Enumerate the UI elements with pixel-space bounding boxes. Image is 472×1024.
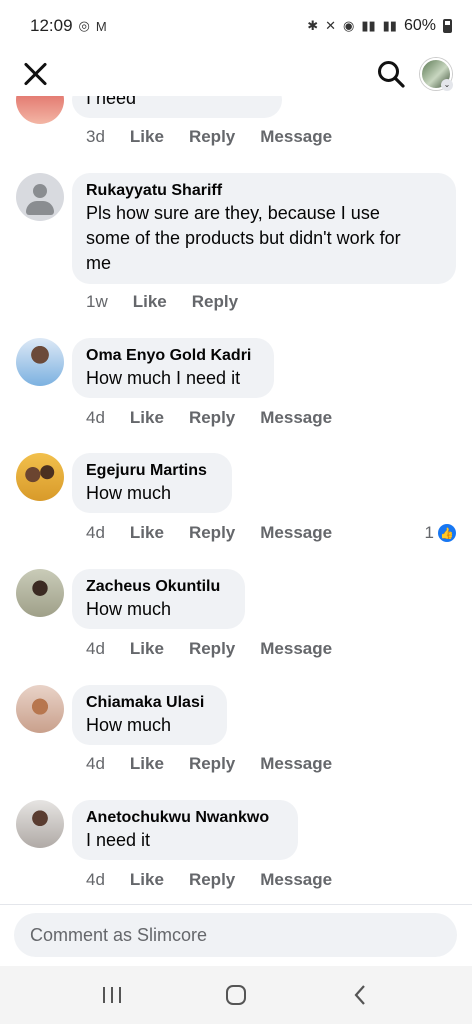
comment-input[interactable] bbox=[14, 913, 457, 957]
comment-actions: 1w Like Reply bbox=[86, 292, 263, 312]
comment-bubble: I need bbox=[72, 96, 282, 118]
like-button[interactable]: Like bbox=[130, 523, 164, 543]
comment-actions: 4d Like Reply Message bbox=[86, 639, 357, 659]
reaction-count: 1 bbox=[424, 523, 434, 542]
home-icon[interactable] bbox=[216, 975, 256, 1015]
reply-button[interactable]: Reply bbox=[189, 127, 235, 147]
message-button[interactable]: Message bbox=[260, 127, 332, 147]
mute-icon: ✕ bbox=[325, 18, 336, 33]
comment-bubble: Chiamaka Ulasi How much bbox=[72, 685, 227, 745]
recents-icon[interactable] bbox=[92, 975, 132, 1015]
status-left: 12:09 ◎ M bbox=[30, 16, 107, 36]
comment-text-line: Pls how sure are they, because I use bbox=[86, 203, 380, 223]
system-navbar bbox=[0, 966, 472, 1024]
like-button[interactable]: Like bbox=[133, 292, 167, 312]
chevron-down-icon: ⌄ bbox=[441, 79, 453, 91]
like-button[interactable]: Like bbox=[130, 754, 164, 774]
comment-bubble: Egejuru Martins How much bbox=[72, 453, 232, 513]
gmail-icon: M bbox=[95, 18, 107, 34]
status-time: 12:09 bbox=[30, 16, 73, 35]
comment-text: How much bbox=[86, 715, 172, 735]
comment-actions: 4d Like Reply Message bbox=[86, 754, 357, 774]
whatsapp-icon: ◎ bbox=[78, 18, 90, 33]
comment-composer bbox=[0, 904, 472, 966]
reply-button[interactable]: Reply bbox=[192, 292, 238, 312]
reply-button[interactable]: Reply bbox=[189, 408, 235, 428]
battery-level: 60% bbox=[403, 17, 436, 34]
comment-time: 4d bbox=[86, 870, 105, 889]
avatar[interactable] bbox=[16, 800, 64, 848]
comment-text-line: me bbox=[86, 253, 112, 273]
signal-icon: ▮▮ bbox=[361, 18, 376, 33]
comment-text: How much I need it bbox=[86, 368, 241, 388]
commenter-name[interactable]: Anetochukwu Nwankwo bbox=[86, 808, 284, 828]
reply-button[interactable]: Reply bbox=[189, 523, 235, 543]
comment-text: How much bbox=[86, 599, 172, 619]
avatar[interactable] bbox=[16, 685, 64, 733]
comment-bubble: Rukayyatu Shariff Pls how sure are they,… bbox=[72, 173, 456, 284]
reply-button[interactable]: Reply bbox=[189, 870, 235, 890]
avatar[interactable] bbox=[16, 569, 64, 617]
bluetooth-icon: ✱ bbox=[307, 18, 319, 33]
battery-icon bbox=[443, 19, 452, 33]
commenter-name[interactable]: Oma Enyo Gold Kadri bbox=[86, 346, 260, 366]
reply-button[interactable]: Reply bbox=[189, 754, 235, 774]
status-right: ✱ ✕ ◉ ▮▮ ▮▮ 60% bbox=[307, 17, 452, 35]
comment-actions: 3d Like Reply Message bbox=[86, 127, 357, 147]
close-icon[interactable] bbox=[22, 61, 48, 87]
avatar[interactable] bbox=[16, 96, 64, 124]
header-actions: ⌄ bbox=[376, 58, 453, 91]
commenter-name[interactable]: Chiamaka Ulasi bbox=[86, 693, 213, 713]
comment-actions: 4d Like Reply Message bbox=[86, 408, 357, 428]
hotspot-icon: ◉ bbox=[343, 18, 355, 33]
comment-bubble: Anetochukwu Nwankwo I need it bbox=[72, 800, 298, 860]
like-button[interactable]: Like bbox=[130, 870, 164, 890]
comments-feed[interactable]: I need 3d Like Reply Message Rukayyatu S… bbox=[0, 96, 472, 904]
reply-button[interactable]: Reply bbox=[189, 639, 235, 659]
comment-text: I need bbox=[86, 96, 137, 108]
comment-actions: 4d Like Reply Message bbox=[86, 870, 357, 890]
like-button[interactable]: Like bbox=[130, 639, 164, 659]
comment-text: How much bbox=[86, 483, 172, 503]
message-button[interactable]: Message bbox=[260, 639, 332, 659]
avatar[interactable] bbox=[16, 338, 64, 386]
comment-time: 4d bbox=[86, 754, 105, 773]
message-button[interactable]: Message bbox=[260, 408, 332, 428]
comment-bubble: Zacheus Okuntilu How much bbox=[72, 569, 245, 629]
comment-time: 3d bbox=[86, 127, 105, 146]
search-icon[interactable] bbox=[376, 59, 406, 89]
header: ⌄ bbox=[0, 52, 472, 96]
comment-actions: 4d Like Reply Message bbox=[86, 523, 357, 543]
message-button[interactable]: Message bbox=[260, 754, 332, 774]
avatar[interactable] bbox=[16, 173, 64, 221]
status-bar: 12:09 ◎ M ✱ ✕ ◉ ▮▮ ▮▮ 60% bbox=[0, 0, 472, 52]
profile-avatar[interactable]: ⌄ bbox=[420, 58, 453, 91]
comment-time: 4d bbox=[86, 639, 105, 658]
signal-icon-2: ▮▮ bbox=[382, 18, 397, 33]
reaction-summary[interactable]: 1 👍 bbox=[425, 523, 456, 543]
comment-time: 4d bbox=[86, 523, 105, 542]
back-icon[interactable] bbox=[340, 975, 380, 1015]
commenter-name[interactable]: Egejuru Martins bbox=[86, 461, 218, 481]
commenter-name[interactable]: Rukayyatu Shariff bbox=[86, 181, 442, 201]
comment-text-line: some of the products but didn't work for bbox=[86, 228, 401, 248]
thumbs-up-icon: 👍 bbox=[438, 524, 456, 542]
like-button[interactable]: Like bbox=[130, 127, 164, 147]
comment-time: 1w bbox=[86, 292, 108, 311]
avatar[interactable] bbox=[16, 453, 64, 501]
comment-time: 4d bbox=[86, 408, 105, 427]
like-button[interactable]: Like bbox=[130, 408, 164, 428]
message-button[interactable]: Message bbox=[260, 870, 332, 890]
commenter-name[interactable]: Zacheus Okuntilu bbox=[86, 577, 231, 597]
comment-text: I need it bbox=[86, 830, 151, 850]
message-button[interactable]: Message bbox=[260, 523, 332, 543]
comment-bubble: Oma Enyo Gold Kadri How much I need it bbox=[72, 338, 274, 398]
